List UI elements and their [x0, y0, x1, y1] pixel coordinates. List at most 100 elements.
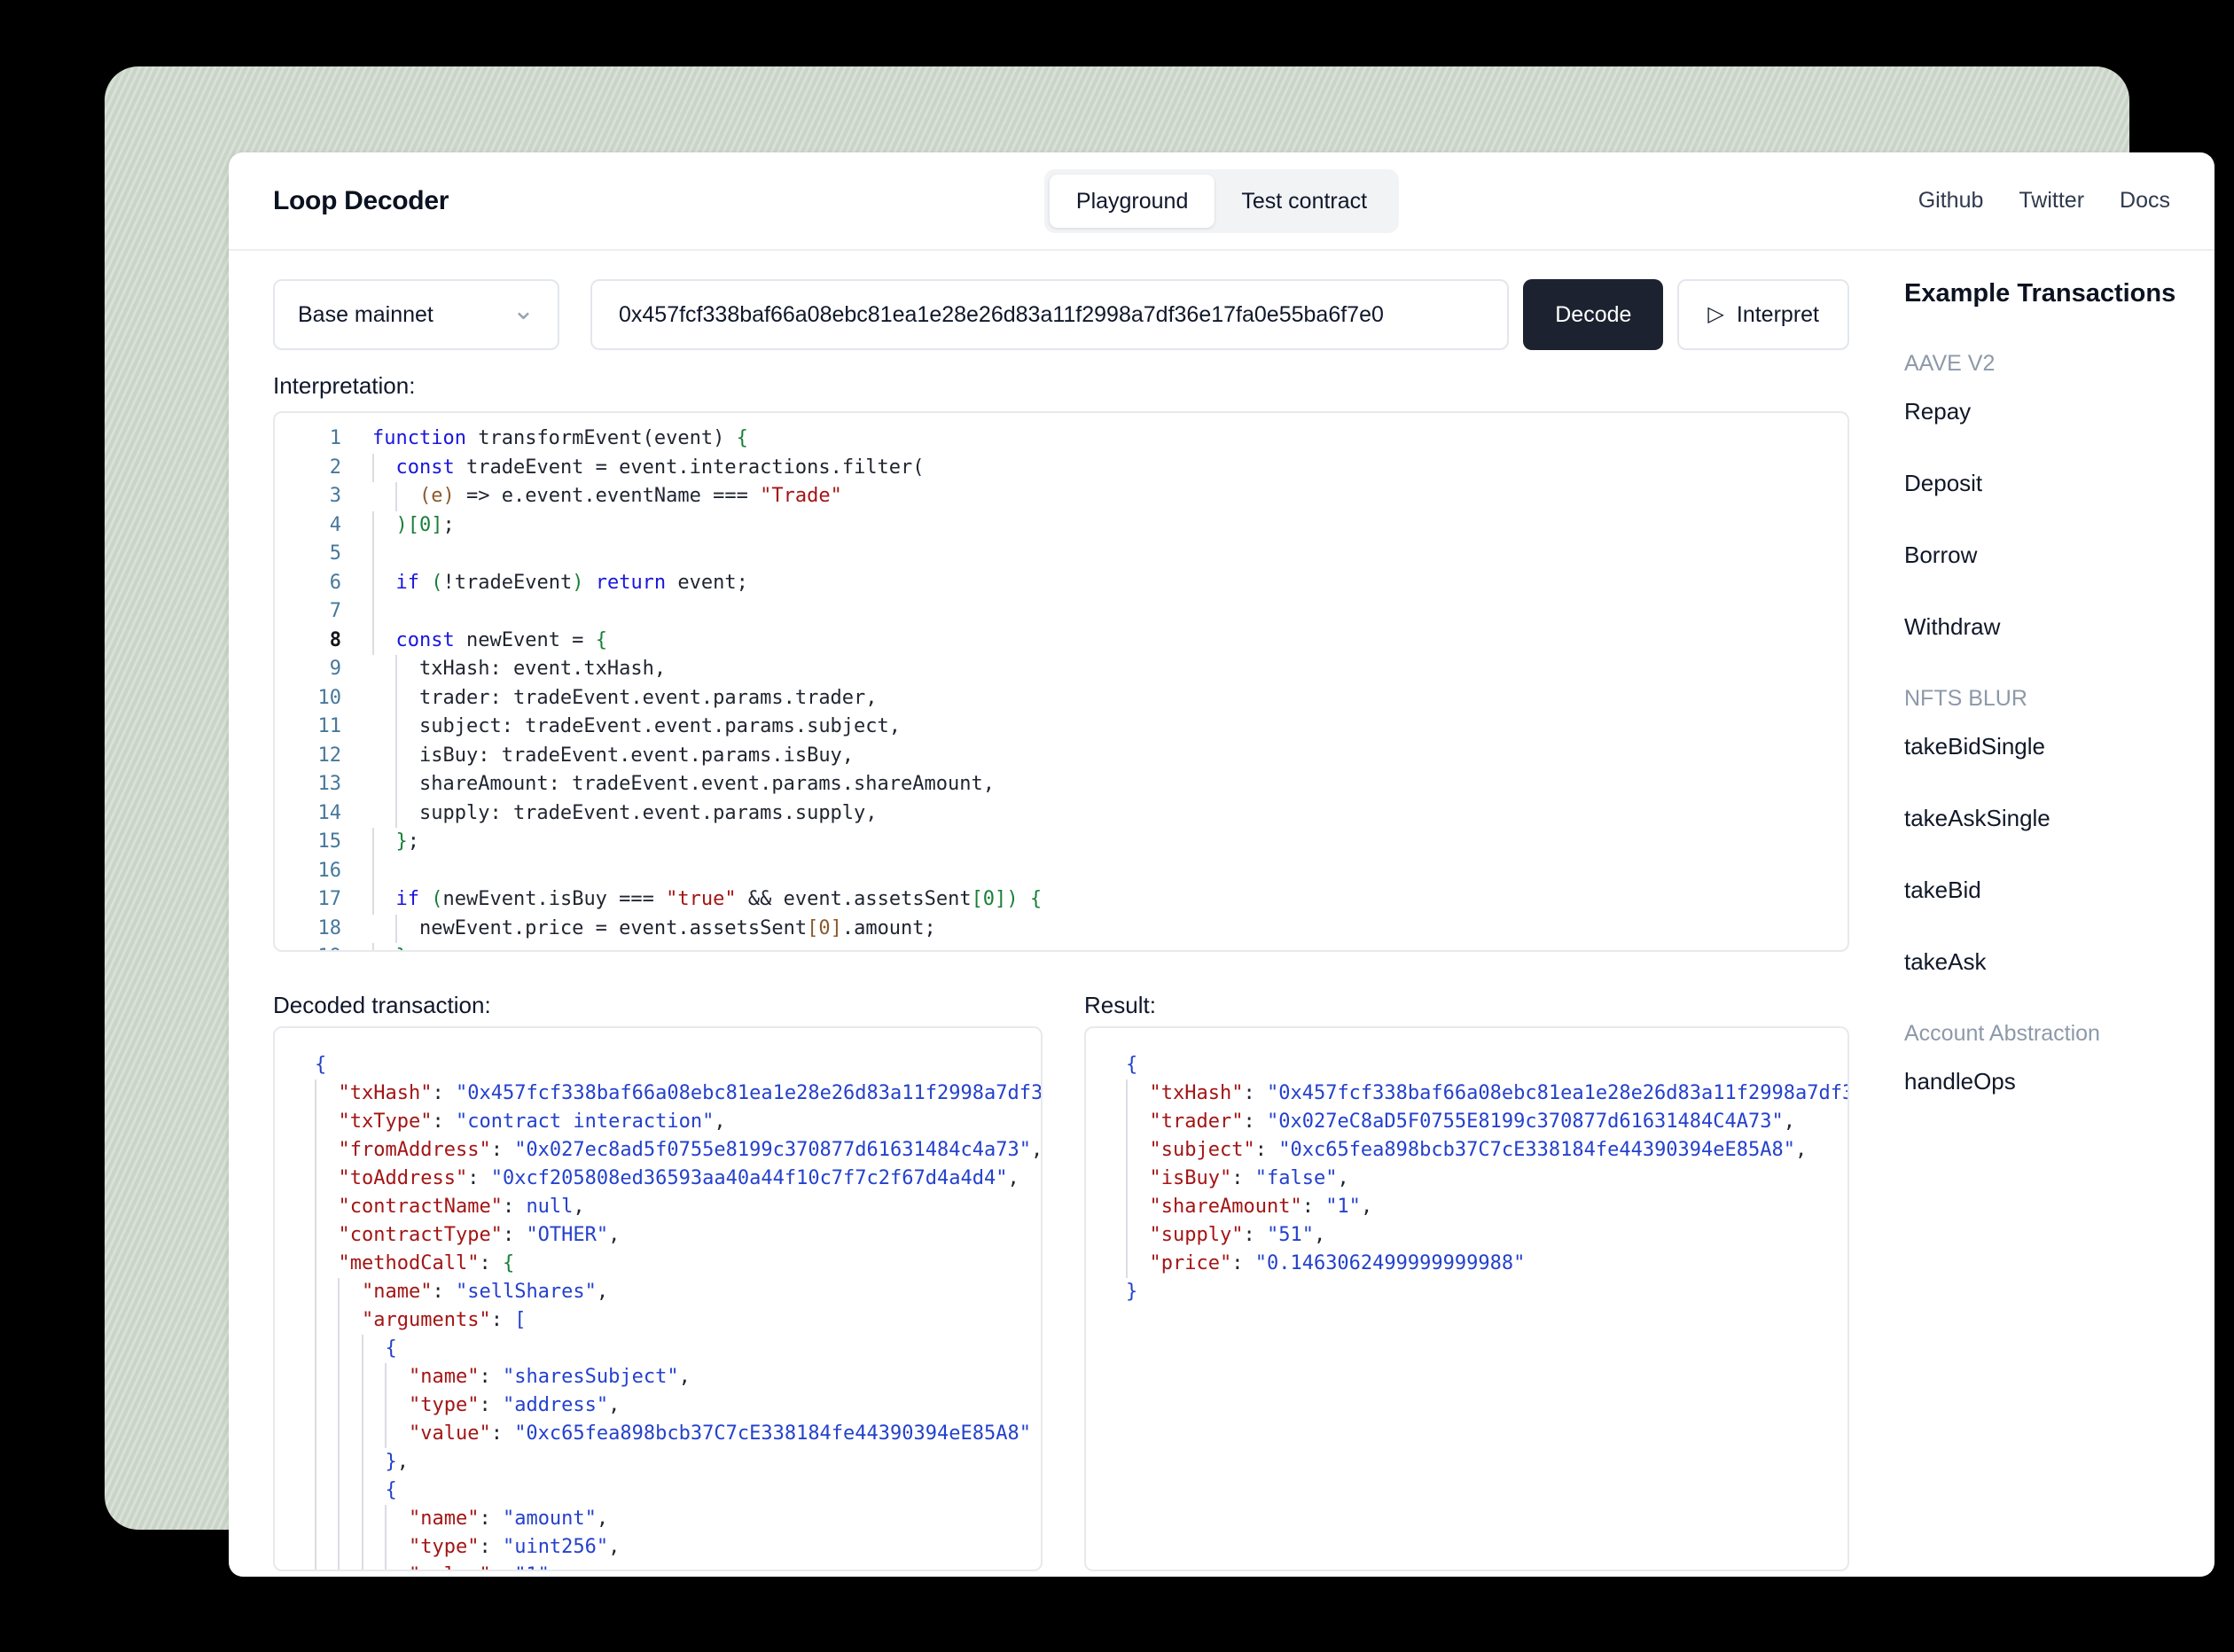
code-line: }: [1126, 1278, 1847, 1306]
github-link[interactable]: Github: [1918, 188, 1984, 214]
indent-guide: [372, 885, 374, 915]
code-line: "contractType": "OTHER",: [315, 1221, 1041, 1250]
network-select[interactable]: Base mainnet ⌄: [273, 279, 559, 350]
indent-guide: [395, 684, 397, 713]
code-line: "txHash": "0x457fcf338baf66a08ebc81ea1e2…: [1126, 1079, 1847, 1108]
indent-guide: [315, 1420, 316, 1448]
code-line: "txType": "contract interaction",: [315, 1108, 1041, 1136]
code-line: "price": "0.1463062499999999988": [1126, 1250, 1847, 1278]
app-window: Loop Decoder Playground Test contract Gi…: [229, 152, 2214, 1577]
line-number: 2: [275, 454, 341, 483]
indent-guide: [315, 1278, 316, 1306]
line-number: 9: [275, 655, 341, 684]
tx-hash-input[interactable]: [590, 279, 1509, 350]
indent-guide: [338, 1562, 340, 1571]
indent-guide: [315, 1562, 316, 1571]
app-title: Loop Decoder: [273, 186, 449, 216]
indent-guide: [338, 1533, 340, 1562]
indent-guide: [372, 454, 374, 483]
interpretation-label: Interpretation:: [273, 372, 1849, 400]
result-panel[interactable]: { "txHash": "0x457fcf338baf66a08ebc81ea1…: [1084, 1026, 1849, 1571]
indent-guide: [315, 1505, 316, 1533]
indent-guide: [385, 1562, 387, 1571]
sidebar-item-deposit[interactable]: Deposit: [1904, 470, 2170, 496]
line-number: 17: [275, 885, 341, 915]
line-number: 19: [275, 943, 341, 952]
twitter-link[interactable]: Twitter: [2019, 188, 2084, 214]
indent-guide: [1126, 1221, 1128, 1250]
indent-guide: [385, 1391, 387, 1420]
indent-guide: [315, 1250, 316, 1278]
play-icon: ▷: [1707, 304, 1723, 325]
section-heading-aave-v2: AAVE V2: [1904, 350, 2170, 377]
sidebar-item-borrow[interactable]: Borrow: [1904, 542, 2170, 568]
indent-guide: [395, 655, 397, 684]
indent-guide: [395, 713, 397, 742]
section-heading-nfts-blur: NFTS BLUR: [1904, 685, 2170, 712]
indent-guide: [338, 1306, 340, 1335]
indent-guide: [395, 770, 397, 799]
tab-test-contract[interactable]: Test contract: [1215, 175, 1394, 228]
code-line: {: [315, 1477, 1041, 1505]
indent-guide: [338, 1505, 340, 1533]
indent-guide: [315, 1165, 316, 1193]
code-line: 14 supply: tradeEvent.event.params.suppl…: [275, 799, 1847, 829]
code-line: 15 };: [275, 828, 1847, 857]
line-number: 10: [275, 684, 341, 713]
code-line: 18 newEvent.price = event.assetsSent[0].…: [275, 915, 1847, 944]
interpret-button-label: Interpret: [1737, 302, 1819, 328]
code-line: 6 if (!tradeEvent) return event;: [275, 569, 1847, 598]
indent-guide: [315, 1136, 316, 1165]
network-select-value: Base mainnet: [298, 302, 434, 328]
code-line: 9 txHash: event.txHash,: [275, 655, 1847, 684]
sidebar-item-takeasksingle[interactable]: takeAskSingle: [1904, 805, 2170, 831]
indent-guide: [315, 1079, 316, 1108]
header-links: Github Twitter Docs: [1918, 188, 2170, 214]
indent-guide: [372, 511, 374, 541]
indent-guide: [385, 1505, 387, 1533]
indent-guide: [338, 1335, 340, 1363]
indent-guide: [315, 1335, 316, 1363]
tab-playground[interactable]: Playground: [1050, 175, 1215, 228]
line-number: 5: [275, 540, 341, 569]
panel-labels: Decoded transaction: Result:: [273, 992, 1849, 1019]
code-line: 8 const newEvent = {: [275, 627, 1847, 656]
indent-guide: [362, 1477, 363, 1505]
interpret-button[interactable]: ▷ Interpret: [1677, 279, 1849, 350]
code-line: {: [315, 1335, 1041, 1363]
sidebar-item-takebid[interactable]: takeBid: [1904, 877, 2170, 903]
code-line: "arguments": [: [315, 1306, 1041, 1335]
line-number: 11: [275, 713, 341, 742]
indent-guide: [315, 1221, 316, 1250]
indent-guide: [385, 1533, 387, 1562]
decode-button[interactable]: Decode: [1523, 279, 1663, 350]
line-number: 4: [275, 511, 341, 541]
code-line: },: [315, 1448, 1041, 1477]
indent-guide: [372, 569, 374, 598]
code-line: "name": "sellShares",: [315, 1278, 1041, 1306]
indent-guide: [385, 1363, 387, 1391]
sidebar-item-takeask[interactable]: takeAsk: [1904, 948, 2170, 975]
line-number: 8: [275, 627, 341, 656]
indent-guide: [315, 1477, 316, 1505]
sidebar-item-takebidsingle[interactable]: takeBidSingle: [1904, 733, 2170, 760]
docs-link[interactable]: Docs: [2120, 188, 2170, 214]
sidebar-item-repay[interactable]: Repay: [1904, 398, 2170, 425]
sidebar-item-withdraw[interactable]: Withdraw: [1904, 613, 2170, 640]
indent-guide: [338, 1477, 340, 1505]
sidebar-item-handleops[interactable]: handleOps: [1904, 1068, 2170, 1095]
indent-guide: [372, 828, 374, 857]
indent-guide: [1126, 1165, 1128, 1193]
window-frame: Loop Decoder Playground Test contract Gi…: [105, 66, 2129, 1530]
section-heading-account-abstraction: Account Abstraction: [1904, 1020, 2170, 1047]
example-transactions-sidebar: Example Transactions AAVE V2 Repay Depos…: [1904, 279, 2170, 1571]
indent-guide: [1126, 1250, 1128, 1278]
indent-guide: [1126, 1136, 1128, 1165]
indent-guide: [1126, 1193, 1128, 1221]
interpretation-editor[interactable]: 1function transformEvent(event) {2 const…: [273, 411, 1849, 952]
chevron-down-icon: ⌄: [512, 298, 535, 324]
indent-guide: [362, 1505, 363, 1533]
code-line: "supply": "51",: [1126, 1221, 1847, 1250]
decoded-transaction-panel[interactable]: { "txHash": "0x457fcf338baf66a08ebc81ea1…: [273, 1026, 1043, 1571]
code-line: 1function transformEvent(event) {: [275, 425, 1847, 454]
